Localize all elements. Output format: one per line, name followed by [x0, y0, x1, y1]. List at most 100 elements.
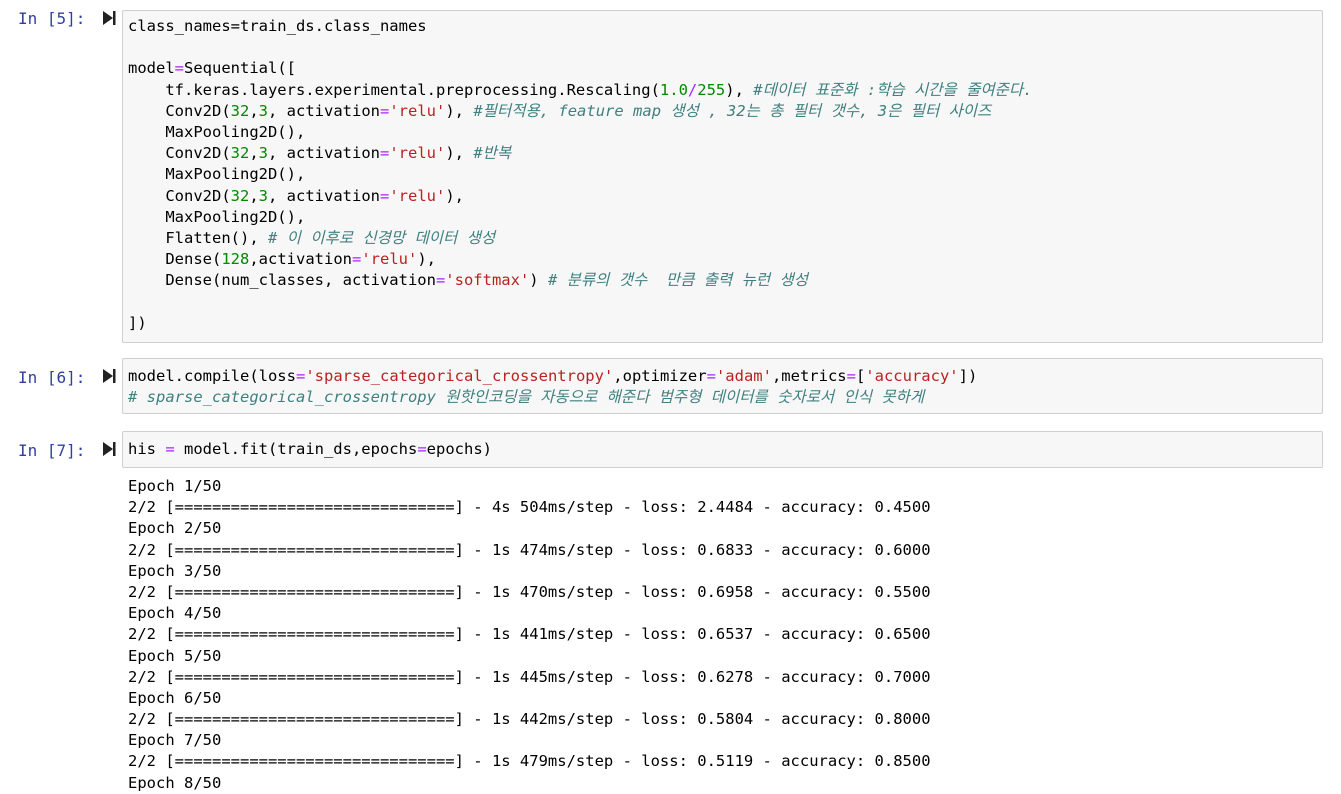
- code-line: MaxPooling2D(),: [128, 122, 1322, 143]
- code-token: =: [380, 144, 390, 163]
- code-comment: #반복: [473, 144, 512, 163]
- output-line: Epoch 8/50: [128, 773, 222, 792]
- code-token: 32: [230, 101, 250, 120]
- code-editor[interactable]: class_names=train_ds.class_names model=Se…: [123, 11, 1322, 334]
- code-token: =: [351, 250, 362, 269]
- code-editor[interactable]: his = model.fit(train_ds,epochs=epochs): [123, 432, 1322, 460]
- code-comment: # sparse_categorical_crossentropy 원핫인코딩을…: [128, 388, 925, 407]
- code-token: class_names=train_ds.class_names: [128, 17, 427, 35]
- code-token: tf.keras.layers.experimental.preprocessi…: [128, 80, 660, 99]
- code-token: Dense(num_classes, activation: [128, 271, 436, 290]
- code-token: [: [855, 367, 866, 385]
- code-token: 32: [230, 186, 250, 205]
- cell-prompt: In [7]:: [18, 441, 86, 460]
- code-comment: # 분류의 갯수 만큼 출력 뉴런 생성: [547, 271, 809, 290]
- code-token: ,: [249, 186, 259, 205]
- code-token: 'sparse_categorical_crossentropy': [305, 367, 614, 385]
- cell-input[interactable]: class_names=train_ds.class_names model=Se…: [122, 10, 1323, 343]
- cell-input[interactable]: model.compile(loss='sparse_categorical_c…: [122, 358, 1323, 414]
- code-token: =: [435, 271, 446, 290]
- code-comment: #필터적용, feature map 생성 , 32는 총 필터 갯수, 3은 …: [473, 101, 992, 120]
- code-token: =: [165, 440, 175, 458]
- run-cell-icon[interactable]: [103, 441, 116, 457]
- code-line: tf.keras.layers.experimental.preprocessi…: [128, 80, 1322, 101]
- code-line: # sparse_categorical_crossentropy 원핫인코딩을…: [128, 387, 1322, 408]
- code-token: , activation: [268, 186, 380, 205]
- code-token: model: [128, 59, 175, 78]
- code-token: Conv2D(: [128, 101, 231, 120]
- cell-prompt: In [5]:: [18, 9, 86, 28]
- code-line: model.compile(loss='sparse_categorical_c…: [128, 366, 1322, 387]
- code-line: MaxPooling2D(),: [128, 207, 1322, 228]
- code-line: his = model.fit(train_ds,epochs=epochs): [128, 439, 1322, 460]
- code-token: =: [706, 367, 716, 385]
- code-token: ]): [128, 313, 147, 332]
- code-token: 'relu': [389, 186, 446, 205]
- cell-input[interactable]: his = model.fit(train_ds,epochs=epochs): [122, 431, 1323, 468]
- code-token: /: [687, 80, 698, 99]
- run-cell-icon[interactable]: [103, 368, 116, 384]
- run-cell-icon[interactable]: [103, 10, 116, 26]
- code-line: ]): [128, 313, 1322, 334]
- output-line: Epoch 6/50: [128, 688, 222, 707]
- code-token: =: [417, 440, 427, 458]
- code-token: ),: [417, 250, 436, 269]
- code-token: ): [529, 271, 548, 290]
- code-token: =: [380, 186, 390, 205]
- code-line: Dense(num_classes, activation='softmax')…: [128, 270, 1322, 291]
- output-line: 2/2 [==============================] - 1…: [128, 582, 931, 601]
- code-token: =: [846, 367, 856, 385]
- code-token: ,: [249, 144, 259, 163]
- code-token: ,optimizer: [613, 367, 707, 385]
- code-token: 'relu': [361, 250, 418, 269]
- code-line: Conv2D(32,3, activation='relu'), #반복: [128, 143, 1322, 164]
- code-line: Conv2D(32,3, activation='relu'), #필터적용, …: [128, 101, 1322, 122]
- code-token: 'relu': [389, 144, 446, 163]
- output-line: 2/2 [==============================] - 1…: [128, 667, 931, 686]
- output-line: Epoch 1/50: [128, 477, 222, 495]
- code-comment: # 이 이후로 신경망 데이터 생성: [267, 228, 496, 247]
- code-token: model.fit(train_ds,epochs: [174, 440, 418, 458]
- output-line: Epoch 5/50: [128, 646, 222, 665]
- code-token: , activation: [268, 144, 380, 163]
- code-token: ,: [249, 101, 259, 120]
- code-token: model.compile(loss: [128, 367, 296, 385]
- code-line: model=Sequential([: [128, 58, 1322, 79]
- code-token: Sequential([: [184, 59, 296, 78]
- code-token: =: [174, 59, 185, 78]
- code-token: ,metrics: [771, 367, 847, 385]
- code-token: =: [380, 101, 390, 120]
- code-token: MaxPooling2D(),: [128, 122, 306, 141]
- code-editor[interactable]: model.compile(loss='sparse_categorical_c…: [123, 359, 1322, 408]
- code-token: =: [295, 367, 306, 385]
- code-token: Dense(: [128, 250, 222, 269]
- output-line: 2/2 [==============================] - 4…: [128, 498, 931, 517]
- output-line: 2/2 [==============================] - 1…: [128, 625, 931, 644]
- code-line: MaxPooling2D(),: [128, 164, 1322, 185]
- code-token: 3: [258, 144, 269, 163]
- code-line: class_names=train_ds.class_names: [128, 16, 1322, 37]
- code-token: MaxPooling2D(),: [128, 207, 306, 226]
- code-token: 128: [221, 250, 250, 269]
- code-token: ),: [725, 80, 754, 99]
- code-line: Dense(128,activation='relu'),: [128, 249, 1322, 270]
- code-line: Conv2D(32,3, activation='relu'),: [128, 186, 1322, 207]
- output-line: Epoch 7/50: [128, 731, 222, 750]
- code-token: 32: [230, 144, 250, 163]
- code-token: 'softmax': [445, 271, 530, 290]
- code-line: Flatten(), # 이 이후로 신경망 데이터 생성: [128, 228, 1322, 249]
- output-line: Epoch 3/50: [128, 561, 222, 580]
- code-token: 255: [697, 80, 726, 99]
- code-token: epochs): [426, 440, 492, 458]
- output-line: Epoch 4/50: [128, 604, 222, 623]
- output-line: 2/2 [==============================] - 1…: [128, 540, 931, 559]
- code-token: Conv2D(: [128, 186, 231, 205]
- code-token: ]): [958, 367, 978, 385]
- code-token: 'adam': [715, 367, 772, 385]
- output-line: 2/2 [==============================] - 1…: [128, 752, 931, 771]
- code-token: 3: [258, 186, 269, 205]
- cell-output: Epoch 1/50 2/2 [=========================…: [128, 476, 1318, 794]
- code-token: ,activation: [249, 250, 352, 269]
